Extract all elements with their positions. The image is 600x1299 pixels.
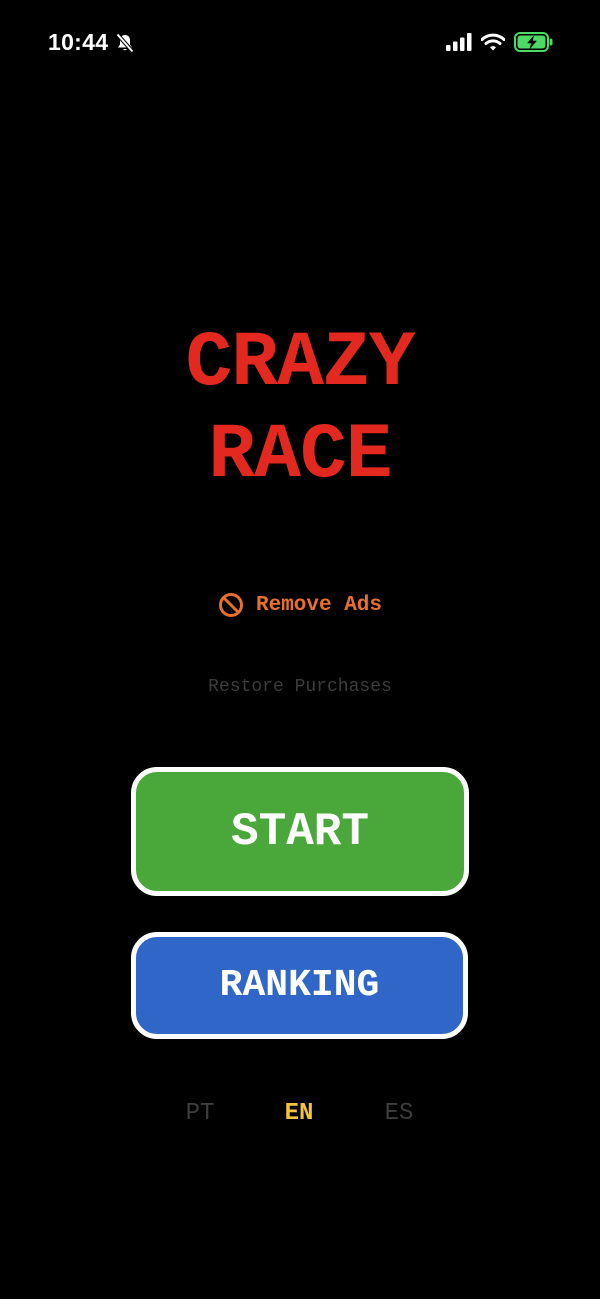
bell-slash-icon [114, 32, 136, 54]
title-line-2: RACE [208, 412, 392, 500]
signal-icon [446, 33, 472, 56]
status-bar: 10:44 [0, 0, 600, 90]
start-button[interactable]: START [131, 767, 469, 896]
language-option-pt[interactable]: PT [170, 1100, 230, 1127]
status-icons [446, 32, 554, 57]
status-time: 10:44 [48, 29, 109, 55]
ranking-button-label: RANKING [219, 964, 380, 1007]
remove-ads-button[interactable]: Remove Ads [0, 592, 600, 618]
title-line-1: CRAZY [185, 320, 415, 408]
language-option-en[interactable]: EN [269, 1100, 329, 1127]
start-button-label: START [230, 805, 370, 858]
ranking-button[interactable]: RANKING [131, 932, 468, 1039]
remove-ads-label: Remove Ads [255, 593, 383, 617]
no-ads-icon [218, 592, 244, 618]
status-time-group: 10:44 [48, 29, 136, 56]
language-selector: PT EN ES [0, 1100, 600, 1136]
wifi-icon [480, 33, 506, 56]
language-option-es[interactable]: ES [369, 1100, 429, 1127]
battery-charging-icon [514, 32, 554, 57]
game-title: CRAZY RACE [0, 318, 600, 502]
restore-purchases-link[interactable]: Restore Purchases [0, 677, 600, 697]
